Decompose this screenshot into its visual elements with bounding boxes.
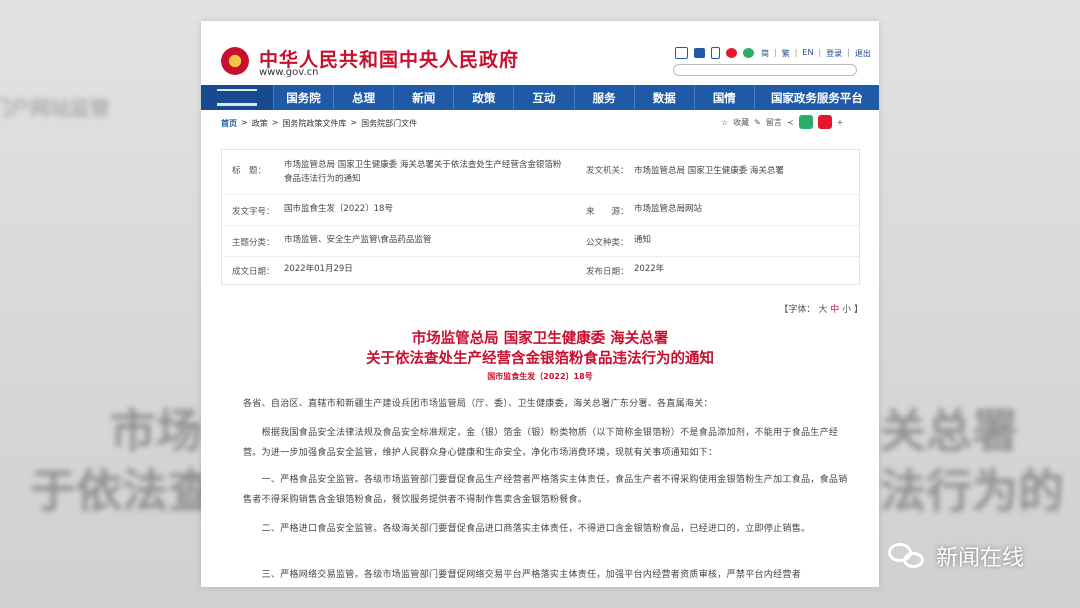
favorite-link[interactable]: 收藏 <box>733 117 749 128</box>
national-emblem-icon <box>221 47 249 75</box>
link-traditional[interactable]: 繁 <box>782 48 790 59</box>
nav-item-interaction[interactable]: 互动 <box>513 85 573 110</box>
link-login[interactable]: 登录 <box>826 48 842 59</box>
source-label: 来 源： <box>586 207 629 217</box>
backdrop-text: 门户网站监管 <box>0 96 110 120</box>
doc-type-value: 通知 <box>634 235 652 245</box>
category-value: 市场监管、安全生产监管\食品药品监管 <box>284 235 432 245</box>
title-value: 市场监管总局 国家卫生健康委 海关总署关于依法查处生产经营含金银箔粉食品违法行为… <box>284 160 562 184</box>
backdrop-text: 法行为的 <box>880 464 1064 518</box>
tiananmen-logo-icon[interactable] <box>201 85 273 110</box>
nav-item-premier[interactable]: 总理 <box>333 85 393 110</box>
font-size-medium[interactable]: 中 <box>830 305 839 315</box>
document-info-table: 标 题： 市场监管总局 国家卫生健康委 海关总署关于依法查处生产经营含金银箔粉食… <box>221 149 860 285</box>
nav-item-gov-service-platform[interactable]: 国家政务服务平台 <box>753 85 879 110</box>
more-share-icon[interactable]: + <box>837 118 844 127</box>
written-date-value: 2022年01月29日 <box>284 264 353 274</box>
issuer-value: 市场监管总局 国家卫生健康委 海关总署 <box>634 166 784 176</box>
backdrop-text: 关总署 <box>880 404 1018 458</box>
breadcrumb-dept-docs[interactable]: 国务院部门文件 <box>361 118 417 129</box>
nav-item-state-council[interactable]: 国务院 <box>273 85 333 110</box>
publish-date-value: 2022年 <box>634 264 665 274</box>
main-nav: 国务院 总理 新闻 政策 互动 服务 数据 国情 国家政务服务平台 <box>201 85 879 110</box>
font-size-prefix: 【字体： <box>779 305 816 315</box>
issuer-label: 发文机关： <box>586 166 629 176</box>
article-title-line1: 市场监管总局 国家卫生健康委 海关总署 <box>411 330 669 347</box>
weibo-share-icon[interactable] <box>817 115 832 129</box>
site-header: 中华人民共和国中央人民政府 www.gov.cn 简 | 繁 | EN | 登录 | 退… <box>201 21 879 87</box>
article-title-line2: 关于依法查处生产经营含金银箔粉食品违法行为的通知 <box>366 350 714 367</box>
font-size-suffix: 】 <box>853 305 863 315</box>
nav-item-services[interactable]: 服务 <box>573 85 634 110</box>
pencil-icon[interactable]: ✎ <box>754 118 761 127</box>
wechat-share-icon[interactable] <box>798 115 813 129</box>
article-paragraph: 一、严格食品安全监管。各级市场监管部门要督促食品生产经营者严格落实主体责任，食品… <box>243 475 848 505</box>
breadcrumb-policy[interactable]: 政策 <box>252 118 268 129</box>
written-date-label: 成文日期： <box>232 267 275 277</box>
rss-icon[interactable] <box>694 48 705 58</box>
breadcrumb-separator: > <box>241 118 248 127</box>
header-links: 简 | 繁 | EN | 登录 | 退出 <box>761 48 871 59</box>
font-size-small[interactable]: 小 <box>842 305 851 315</box>
doc-number-value: 国市监食生发〔2022〕18号 <box>284 204 393 214</box>
breadcrumb-separator: > <box>350 118 358 127</box>
breadcrumb: 首页 > 政策 > 国务院政策文件库 > 国务院部门文件 <box>221 118 417 129</box>
title-label: 标 题： <box>232 166 267 176</box>
weibo-icon[interactable] <box>726 48 737 58</box>
doc-number-label: 发文字号： <box>232 207 275 217</box>
nav-item-national-info[interactable]: 国情 <box>693 85 754 110</box>
article-paragraph: 三、严格网络交易监管。各级市场监管部门要督促网络交易平台严格落实主体责任，加强平… <box>243 570 802 580</box>
font-size-large[interactable]: 大 <box>818 305 827 315</box>
backdrop-text: 市场 <box>110 404 202 458</box>
article-paragraph: 二、严格进口食品安全监管。各级海关部门要督促食品进口商落实主体责任，不得进口含金… <box>243 524 811 534</box>
wechat-icon[interactable] <box>743 48 754 58</box>
info-row: 发文字号： 国市监食生发〔2022〕18号 来 源： 市场监管总局网站 <box>222 195 859 226</box>
nav-item-news[interactable]: 新闻 <box>393 85 453 110</box>
info-row: 主题分类： 市场监管、安全生产监管\食品药品监管 公文种类： 通知 <box>222 226 859 257</box>
share-icon[interactable]: ≺ <box>787 118 794 127</box>
breadcrumb-separator: > <box>271 118 279 127</box>
site-url: www.gov.cn <box>259 67 319 78</box>
backdrop-text: 于依法查 <box>30 464 214 518</box>
info-row: 标 题： 市场监管总局 国家卫生健康委 海关总署关于依法查处生产经营含金银箔粉食… <box>222 150 859 195</box>
info-row: 成文日期： 2022年01月29日 发布日期： 2022年 <box>222 257 859 284</box>
star-icon[interactable]: ☆ <box>721 118 728 127</box>
nav-item-policy[interactable]: 政策 <box>453 85 513 110</box>
category-label: 主题分类： <box>232 238 275 248</box>
webpage-screenshot: 中华人民共和国中央人民政府 www.gov.cn 简 | 繁 | EN | 登录 | 退… <box>201 21 879 587</box>
mail-icon[interactable] <box>675 47 688 59</box>
print-link[interactable]: 留言 <box>766 117 782 128</box>
font-size-control: 【字体： 大 中 小 】 <box>779 302 863 315</box>
doc-type-label: 公文种类： <box>586 238 629 248</box>
link-logout[interactable]: 退出 <box>855 48 871 59</box>
source-value: 市场监管总局网站 <box>634 204 703 214</box>
watermark-text: 新闻在线 <box>936 546 1025 571</box>
publish-date-label: 发布日期： <box>586 267 629 277</box>
link-simplified[interactable]: 简 <box>761 48 769 59</box>
header-icon-bar <box>675 47 754 59</box>
nav-item-data[interactable]: 数据 <box>633 85 694 110</box>
share-bar: ☆ 收藏 ✎ 留言 ≺ + <box>721 115 843 129</box>
article-doc-number: 国市监食生发〔2022〕18号 <box>487 372 593 381</box>
article-paragraph: 根据我国食品安全法律法规及食品安全标准规定，金（银）箔金（银）粉类物质（以下简称… <box>243 428 839 458</box>
search-input[interactable] <box>673 64 857 76</box>
breadcrumb-policy-library[interactable]: 国务院政策文件库 <box>282 118 346 129</box>
watermark: 新闻在线 <box>888 540 1024 572</box>
link-english[interactable]: EN <box>802 48 813 59</box>
mobile-icon[interactable] <box>711 47 720 59</box>
wechat-icon <box>888 541 928 571</box>
article-paragraph: 各省、自治区、直辖市和新疆生产建设兵团市场监管局（厅、委）、卫生健康委，海关总署… <box>243 399 713 409</box>
breadcrumb-home[interactable]: 首页 <box>221 118 237 129</box>
